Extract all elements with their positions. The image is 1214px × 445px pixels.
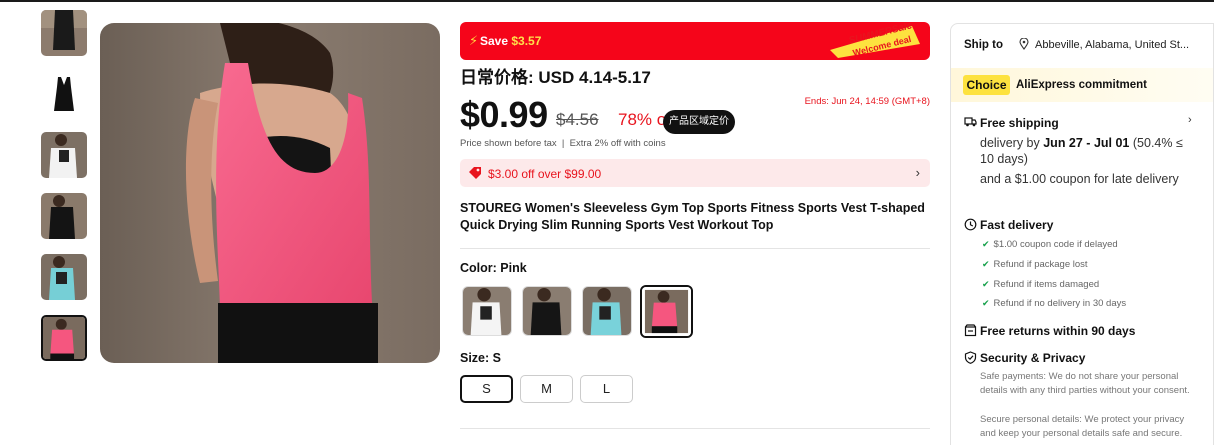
commitment-text: AliExpress commitment: [1016, 79, 1148, 91]
thumbnail-2[interactable]: [41, 71, 87, 117]
shield-icon: [964, 351, 977, 364]
thumbnail-4[interactable]: [41, 193, 87, 239]
choice-commitment-bar[interactable]: Choice AliExpress commitment: [951, 68, 1213, 102]
security-title: Security & Privacy: [980, 351, 1086, 365]
current-price: $0.99: [460, 94, 548, 135]
delivery-estimate: delivery by Jun 27 - Jul 01 (50.4% ≤ 10 …: [980, 136, 1183, 166]
color-swatch-cyan[interactable]: [582, 286, 632, 336]
color-swatch-black[interactable]: [522, 286, 572, 336]
free-shipping-title[interactable]: Free shipping: [980, 116, 1059, 130]
thumbnail-6-selected[interactable]: [41, 315, 87, 361]
selected-size: S: [492, 351, 502, 365]
size-option-l[interactable]: L: [580, 375, 633, 403]
bolt-icon: ⚡: [469, 33, 479, 48]
check-icon: ✔: [982, 279, 990, 289]
coins-note: Extra 2% off with coins: [569, 138, 666, 149]
ship-location[interactable]: Abbeville, Alabama, United St...: [1035, 39, 1189, 51]
check-icon: ✔: [982, 259, 990, 269]
shipping-panel: Ship to Abbeville, Alabama, United St...…: [950, 23, 1214, 445]
size-label: Size: S: [460, 351, 502, 365]
main-product-image[interactable]: [100, 23, 440, 363]
summer-sale-badge: SUMMERSale Welcome deal: [826, 22, 924, 58]
color-swatch-pink-selected[interactable]: [640, 285, 693, 338]
price-row: $0.99 $4.56 78% off 产品区域定价 Ends: Jun 24,…: [460, 94, 930, 135]
selected-color: Pink: [500, 261, 527, 275]
return-box-icon: [964, 324, 977, 337]
save-text: Save $3.57: [480, 34, 542, 48]
free-returns-title: Free returns within 90 days: [980, 324, 1136, 338]
size-option-s[interactable]: S: [460, 375, 513, 403]
thumbnail-3[interactable]: [41, 132, 87, 178]
check-icon: ✔: [982, 298, 990, 308]
location-pin-icon: [1019, 38, 1029, 50]
fast-delivery-title: Fast delivery: [980, 218, 1054, 232]
delivery-dates: Jun 27 - Jul 01: [1043, 136, 1130, 150]
original-price: $4.56: [556, 110, 599, 129]
top-border: [0, 0, 1214, 2]
product-title: STOUREG Women's Sleeveless Gym Top Sport…: [460, 201, 925, 232]
size-option-m[interactable]: M: [520, 375, 573, 403]
safe-payments-text: Safe payments: We do not share your pers…: [980, 371, 1190, 396]
thumbnail-5[interactable]: [41, 254, 87, 300]
coupon-tag-icon: [469, 167, 481, 179]
late-delivery-coupon: and a $1.00 coupon for late delivery: [980, 172, 1179, 186]
choice-badge: Choice: [963, 75, 1010, 95]
truck-icon: [964, 117, 977, 127]
coupon-text: $3.00 off over $99.00: [488, 167, 602, 181]
fast-delivery-item: ✔ Refund if package lost: [982, 259, 1088, 270]
chevron-right-icon: ›: [915, 165, 920, 180]
divider: [460, 428, 930, 429]
fast-delivery-item: ✔ Refund if no delivery in 30 days: [982, 298, 1127, 309]
promo-banner[interactable]: ⚡ Save $3.57 SUMMERSale Welcome deal: [460, 22, 930, 60]
region-pricing-tag[interactable]: 产品区域定价: [663, 110, 735, 134]
thumbnail-1[interactable]: [41, 10, 87, 56]
tax-note: Price shown before tax | Extra 2% off wi…: [460, 138, 666, 149]
divider: [460, 248, 930, 249]
ship-to-label: Ship to: [964, 39, 1003, 51]
fast-delivery-item: ✔ $1.00 coupon code if delayed: [982, 239, 1118, 250]
coupon-bar[interactable]: $3.00 off over $99.00 ›: [460, 159, 930, 187]
reference-price: 日常价格: USD 4.14-5.17: [460, 68, 651, 87]
clock-icon: [964, 218, 977, 231]
sale-ends: Ends: Jun 24, 14:59 (GMT+8): [804, 96, 930, 107]
check-icon: ✔: [982, 239, 990, 249]
fast-delivery-item: ✔ Refund if items damaged: [982, 279, 1100, 290]
color-swatch-white[interactable]: [462, 286, 512, 336]
color-label: Color: Pink: [460, 261, 527, 275]
secure-details-text: Secure personal details: We protect your…: [980, 414, 1185, 439]
chevron-right-icon[interactable]: ›: [1188, 114, 1192, 126]
